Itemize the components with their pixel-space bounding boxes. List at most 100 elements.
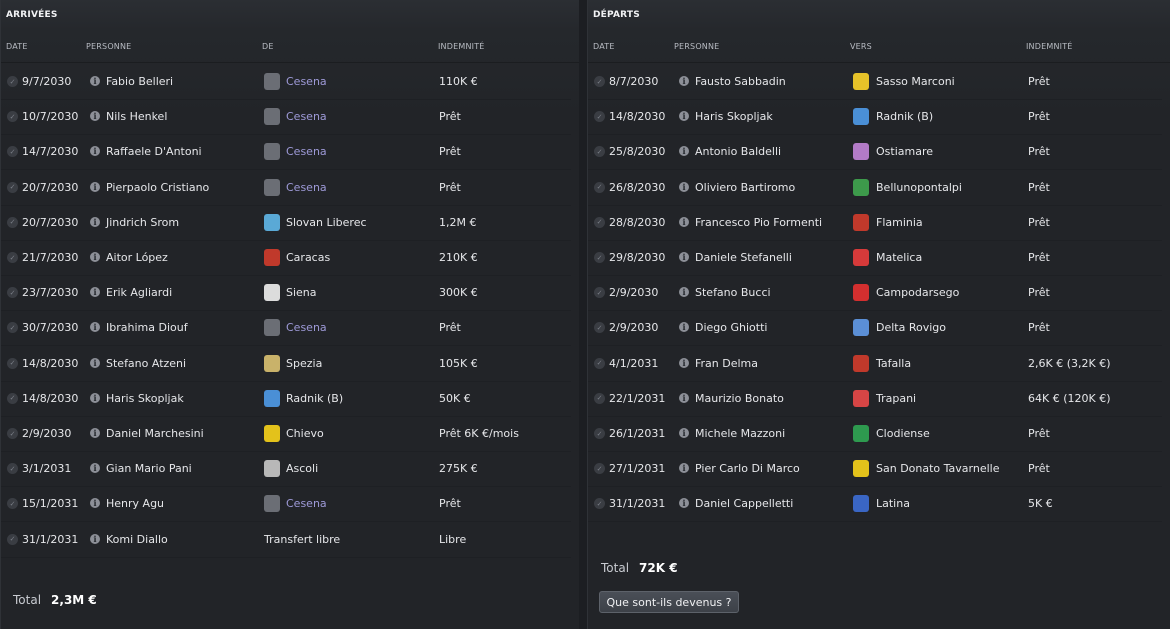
club-name-link[interactable]: Campodarsego [876, 286, 959, 299]
table-row[interactable]: ✓ 20/7/2030 i Jindrich Srom Slovan Liberec 1,… [1, 205, 571, 241]
table-row[interactable]: ✓ 31/1/2031 i Komi Diallo Transfert libre Lib… [1, 522, 571, 558]
club-name-link[interactable]: Trapani [876, 392, 916, 405]
info-icon[interactable]: i [679, 357, 689, 368]
check-icon[interactable]: ✓ [7, 463, 18, 475]
check-icon[interactable]: ✓ [594, 428, 605, 439]
club-name-link[interactable]: Radnik (B) [876, 110, 933, 123]
check-icon[interactable]: ✓ [7, 252, 18, 263]
info-icon[interactable]: i [679, 498, 689, 509]
club-name-link[interactable]: Ostiamare [876, 145, 933, 158]
table-row[interactable]: ✓ 14/7/2030 i Raffaele D'Antoni Cesena Prêt [1, 134, 571, 171]
club-name-link[interactable]: Cesena [286, 75, 327, 88]
player-name-link[interactable]: Daniel Marchesini [106, 427, 204, 440]
player-name-link[interactable]: Pierpaolo Cristiano [106, 181, 209, 194]
table-row[interactable]: ✓ 26/8/2030 i Oliviero Bartiromo Bellunopont… [588, 170, 1162, 206]
check-icon[interactable]: ✓ [594, 357, 605, 369]
arrivals-header-club[interactable]: DE [262, 42, 274, 51]
club-name-link[interactable]: Clodiense [876, 427, 930, 440]
player-name-link[interactable]: Maurizio Bonato [695, 392, 784, 405]
club-name-link[interactable]: Sasso Marconi [876, 75, 955, 88]
info-icon[interactable]: i [90, 428, 100, 438]
player-name-link[interactable]: Daniel Cappelletti [695, 497, 793, 510]
table-row[interactable]: ✓ 2/9/2030 i Stefano Bucci Campodarsego Prêt [588, 275, 1162, 312]
table-row[interactable]: ✓ 14/8/2030 i Haris Skopljak Radnik (B) 50K € [1, 381, 571, 417]
player-name-link[interactable]: Gian Mario Pani [106, 462, 192, 475]
check-icon[interactable]: ✓ [7, 498, 18, 510]
departures-header-date[interactable]: DATE [593, 42, 615, 51]
player-name-link[interactable]: Antonio Baldelli [695, 145, 781, 158]
player-name-link[interactable]: Stefano Bucci [695, 286, 771, 299]
table-row[interactable]: ✓ 22/1/2031 i Maurizio Bonato Trapani 64K € (… [588, 381, 1162, 417]
player-name-link[interactable]: Oliviero Bartiromo [695, 181, 795, 194]
player-name-link[interactable]: Daniele Stefanelli [695, 251, 792, 264]
table-row[interactable]: ✓ 14/8/2030 i Haris Skopljak Radnik (B) Prêt [588, 99, 1162, 136]
info-icon[interactable]: i [90, 392, 100, 403]
info-icon[interactable]: i [90, 181, 100, 192]
info-icon[interactable]: i [679, 287, 689, 298]
club-name-link[interactable]: Caracas [286, 251, 330, 264]
table-row[interactable]: ✓ 4/1/2031 i Fran Delma Tafalla 2,6K € (3,2K … [588, 346, 1162, 382]
check-icon[interactable]: ✓ [594, 146, 605, 158]
club-name-link[interactable]: Ascoli [286, 462, 318, 475]
table-row[interactable]: ✓ 3/1/2031 i Gian Mario Pani Ascoli 275K € [1, 451, 571, 488]
club-name-link[interactable]: Tafalla [876, 357, 911, 370]
table-row[interactable]: ✓ 15/1/2031 i Henry Agu Cesena Prêt [1, 486, 571, 523]
check-icon[interactable]: ✓ [594, 76, 605, 87]
info-icon[interactable]: i [90, 287, 100, 298]
info-icon[interactable]: i [679, 322, 689, 333]
player-name-link[interactable]: Erik Agliardi [106, 286, 172, 299]
departures-header-fee[interactable]: INDEMNITÉ [1026, 42, 1073, 51]
check-icon[interactable]: ✓ [594, 392, 605, 404]
player-name-link[interactable]: Francesco Pio Formenti [695, 216, 822, 229]
check-icon[interactable]: ✓ [7, 392, 18, 404]
check-icon[interactable]: ✓ [594, 498, 605, 510]
table-row[interactable]: ✓ 31/1/2031 i Daniel Cappelletti Latina 5K € [588, 486, 1162, 523]
player-name-link[interactable]: Fabio Belleri [106, 75, 173, 88]
check-icon[interactable]: ✓ [594, 111, 605, 123]
table-row[interactable]: ✓ 23/7/2030 i Erik Agliardi Siena 300K € [1, 275, 571, 312]
table-row[interactable]: ✓ 2/9/2030 i Diego Ghiotti Delta Rovigo Prêt [588, 310, 1162, 347]
club-name-link[interactable]: Flaminia [876, 216, 923, 229]
check-icon[interactable]: ✓ [594, 322, 605, 334]
departures-header-club[interactable]: VERS [850, 42, 872, 51]
table-row[interactable]: ✓ 25/8/2030 i Antonio Baldelli Ostiamare Prêt [588, 134, 1162, 171]
player-name-link[interactable]: Jindrich Srom [106, 216, 179, 229]
check-icon[interactable]: ✓ [7, 111, 18, 123]
info-icon[interactable]: i [679, 146, 689, 157]
check-icon[interactable]: ✓ [594, 181, 605, 193]
player-name-link[interactable]: Haris Skopljak [106, 392, 184, 405]
player-name-link[interactable]: Fran Delma [695, 357, 758, 370]
club-name-link[interactable]: Latina [876, 497, 910, 510]
check-icon[interactable]: ✓ [7, 146, 18, 158]
table-row[interactable]: ✓ 8/7/2030 i Fausto Sabbadin Sasso Marconi Pr… [588, 64, 1162, 100]
info-icon[interactable]: i [679, 76, 689, 86]
club-name-link[interactable]: Cesena [286, 181, 327, 194]
info-icon[interactable]: i [90, 322, 100, 333]
info-icon[interactable]: i [90, 498, 100, 509]
player-name-link[interactable]: Michele Mazzoni [695, 427, 785, 440]
info-icon[interactable]: i [90, 357, 100, 368]
table-row[interactable]: ✓ 14/8/2030 i Stefano Atzeni Spezia 105K € [1, 346, 571, 382]
club-name-link[interactable]: Matelica [876, 251, 922, 264]
check-icon[interactable]: ✓ [7, 322, 18, 334]
table-row[interactable]: ✓ 29/8/2030 i Daniele Stefanelli Matelica Prê… [588, 240, 1162, 276]
player-name-link[interactable]: Ibrahima Diouf [106, 321, 188, 334]
table-row[interactable]: ✓ 21/7/2030 i Aitor López Caracas 210K € [1, 240, 571, 276]
table-row[interactable]: ✓ 26/1/2031 i Michele Mazzoni Clodiense Prêt [588, 416, 1162, 452]
arrivals-header-date[interactable]: DATE [6, 42, 28, 51]
table-row[interactable]: ✓ 10/7/2030 i Nils Henkel Cesena Prêt [1, 99, 571, 136]
info-icon[interactable]: i [90, 533, 100, 544]
arrivals-header-person[interactable]: PERSONNE [86, 42, 131, 51]
check-icon[interactable]: ✓ [594, 252, 605, 263]
check-icon[interactable]: ✓ [7, 76, 18, 87]
info-icon[interactable]: i [90, 146, 100, 157]
player-name-link[interactable]: Diego Ghiotti [695, 321, 767, 334]
player-name-link[interactable]: Raffaele D'Antoni [106, 145, 202, 158]
player-name-link[interactable]: Fausto Sabbadin [695, 75, 786, 88]
check-icon[interactable]: ✓ [594, 287, 605, 299]
player-name-link[interactable]: Nils Henkel [106, 110, 167, 123]
info-icon[interactable]: i [90, 252, 100, 262]
table-row[interactable]: ✓ 27/1/2031 i Pier Carlo Di Marco San Donato… [588, 451, 1162, 488]
player-name-link[interactable]: Pier Carlo Di Marco [695, 462, 800, 475]
info-icon[interactable]: i [679, 181, 689, 192]
